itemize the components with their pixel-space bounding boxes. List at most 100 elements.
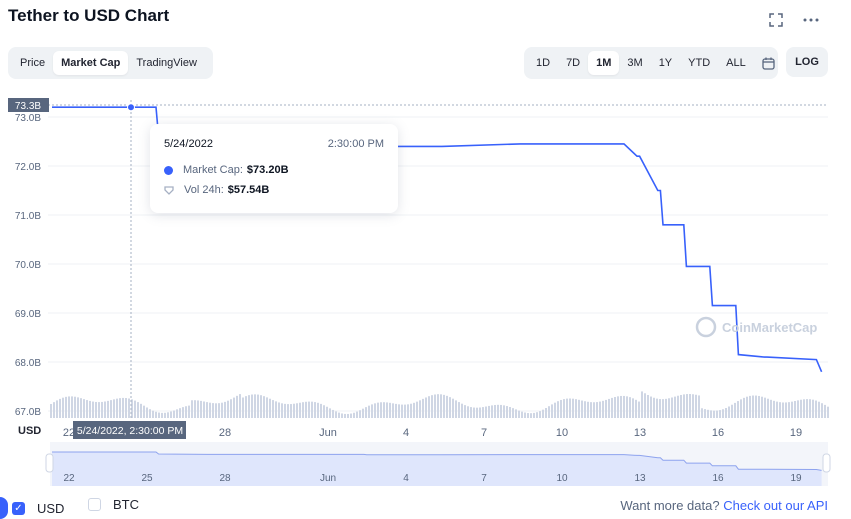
api-promo-text: Want more data? — [620, 498, 720, 513]
tab-market-cap[interactable]: Market Cap — [53, 51, 129, 75]
volume-bar — [581, 400, 583, 418]
api-promo: Want more data? Check out our API — [620, 498, 828, 513]
volume-bar — [143, 405, 145, 418]
volume-bar — [68, 396, 70, 418]
legend-usd[interactable]: ✓ USD — [0, 497, 64, 519]
volume-bar — [518, 410, 520, 418]
volume-bar — [236, 395, 238, 418]
volume-bar — [101, 401, 103, 418]
volume-bar — [338, 412, 340, 418]
volume-bar — [440, 394, 442, 418]
navigator-handle-right[interactable] — [822, 453, 831, 473]
volume-bar — [80, 398, 82, 418]
volume-bar — [53, 402, 55, 418]
range-3m[interactable]: 3M — [619, 51, 650, 75]
tab-tradingview[interactable]: TradingView — [128, 51, 205, 75]
more-dots-icon[interactable] — [801, 10, 821, 30]
y-tick-label: 73.0B — [15, 113, 41, 124]
volume-bar — [176, 409, 178, 418]
chart-title: Tether to USD Chart — [8, 6, 170, 25]
volume-bar — [491, 405, 493, 418]
legend-btc[interactable]: BTC — [88, 497, 139, 512]
navigator-tick-label: Jun — [320, 473, 336, 484]
volume-bar — [389, 402, 391, 418]
volume-bar — [392, 403, 394, 418]
tooltip-market-cap-value: $73.20B — [246, 164, 289, 176]
range-7d[interactable]: 7D — [558, 51, 588, 75]
volume-bar — [467, 406, 469, 418]
range-1y[interactable]: 1Y — [651, 51, 680, 75]
volume-bar — [107, 400, 109, 418]
tooltip-market-cap-label: Market Cap: — [183, 164, 243, 176]
volume-bar — [158, 412, 160, 418]
volume-bar — [182, 407, 184, 418]
volume-bar — [293, 403, 295, 418]
navigator-handle-left[interactable] — [45, 453, 54, 473]
volume-bar — [455, 400, 457, 418]
btc-checkbox[interactable] — [88, 498, 101, 511]
volume-bar — [59, 398, 61, 418]
x-tick-label: 19 — [790, 427, 802, 439]
volume-bar — [383, 402, 385, 418]
usd-checkbox[interactable]: ✓ — [12, 501, 25, 515]
tooltip-date: 5/24/2022 — [164, 138, 213, 150]
volume-bar — [524, 412, 526, 418]
tooltip-volume-value: $57.54B — [227, 184, 270, 196]
volume-bar — [98, 402, 100, 418]
volume-bar — [128, 398, 130, 418]
expand-icon[interactable] — [766, 10, 786, 30]
range-1d[interactable]: 1D — [528, 51, 558, 75]
volume-bar — [803, 399, 805, 418]
volume-bar — [200, 400, 202, 418]
volume-bar — [335, 411, 337, 418]
volume-bar — [785, 402, 787, 418]
range-1m[interactable]: 1M — [588, 51, 620, 75]
volume-bar — [728, 406, 730, 418]
volume-bar — [272, 400, 274, 418]
volume-bar — [650, 396, 652, 418]
range-all[interactable]: ALL — [718, 51, 754, 75]
volume-bar — [146, 407, 148, 418]
volume-bar — [359, 410, 361, 418]
volume-bar — [620, 395, 622, 418]
volume-bar — [428, 396, 430, 418]
crosshair-y-label: 73.3B — [15, 101, 41, 112]
volume-bar — [395, 403, 397, 418]
volume-bar — [296, 403, 298, 418]
more-dots-glyph — [803, 18, 819, 22]
volume-bar — [260, 395, 262, 418]
volume-bar — [113, 399, 115, 418]
volume-bar — [89, 400, 91, 418]
volume-bar — [596, 402, 598, 418]
x-tick-label: 28 — [219, 427, 231, 439]
volume-bar — [734, 402, 736, 418]
range-ytd[interactable]: YTD — [680, 51, 718, 75]
volume-bar — [689, 394, 691, 418]
volume-bar — [776, 401, 778, 418]
volume-bar — [494, 404, 496, 418]
api-link[interactable]: Check out our API — [723, 498, 828, 513]
tab-price[interactable]: Price — [12, 51, 53, 75]
volume-bar — [647, 395, 649, 418]
volume-bar — [74, 396, 76, 418]
volume-bar — [179, 408, 181, 418]
volume-bar — [671, 397, 673, 418]
volume-bar — [209, 402, 211, 418]
volume-bar — [92, 401, 94, 418]
volume-bar — [752, 395, 754, 418]
calendar-icon[interactable] — [754, 51, 783, 75]
volume-bar — [800, 399, 802, 418]
x-tick-label: 10 — [556, 427, 568, 439]
volume-bar — [542, 409, 544, 418]
volume-bar — [539, 411, 541, 418]
volume-bar — [515, 409, 517, 418]
y-tick-label: 69.0B — [15, 309, 41, 320]
volume-bar — [644, 393, 646, 418]
volume-bar — [485, 406, 487, 418]
volume-bar — [692, 394, 694, 418]
volume-bar — [344, 413, 346, 418]
volume-bar — [242, 397, 244, 418]
volume-bar — [815, 400, 817, 418]
market-cap-chart[interactable]: 73.0B 72.0B 71.0B 70.0B 69.0B 68.0B 67.0B 73.3B… — [0, 90, 851, 490]
log-scale-toggle[interactable]: LOG — [786, 47, 828, 77]
